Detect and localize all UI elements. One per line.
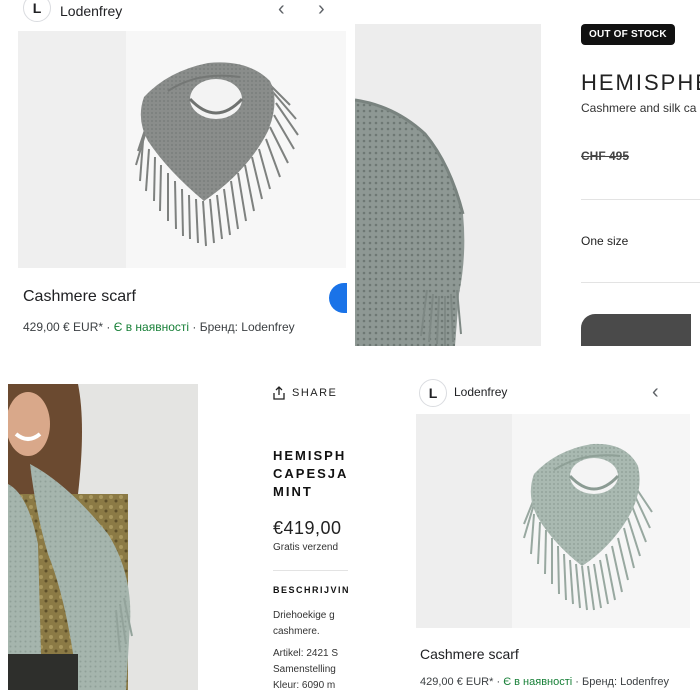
product-brand: Бренд: Lodenfrey (199, 320, 295, 334)
meta-separator: · (106, 320, 111, 334)
description-line: cashmere. (273, 626, 320, 637)
share-button[interactable]: SHARE (272, 386, 337, 400)
merchant-name[interactable]: Lodenfrey (454, 385, 507, 399)
meta-separator: · (575, 676, 579, 688)
divider (581, 282, 700, 283)
title-line: HEMISPH (273, 448, 347, 463)
product-title[interactable]: Cashmere scarf (23, 288, 136, 306)
title-line: MINT (273, 484, 313, 499)
product-title: HEMISPH CAPESJA MINT (273, 447, 348, 501)
model-photo[interactable] (6, 384, 198, 690)
product-price: €419,00 (273, 518, 342, 538)
merchant-logo-letter: L (428, 385, 438, 401)
product-page-bottom-left: SHARE HEMISPH CAPESJA MINT €419,00 Grati… (0, 384, 348, 700)
grey-cape-image (355, 98, 465, 346)
chevron-left-icon[interactable]: ‹ (652, 382, 659, 402)
spec-line: Kleur: 6090 m (273, 680, 336, 691)
chevron-right-icon[interactable]: › (318, 0, 325, 19)
spec-line: Samenstelling (273, 664, 336, 675)
action-fab[interactable] (329, 283, 347, 313)
meta-separator: · (192, 320, 197, 334)
product-price: 429,00 € EUR* (420, 676, 494, 688)
product-price: 429,00 € EUR* (23, 320, 104, 334)
product-page-top-right: OUT OF STOCK HEMISPHE Cashmere and silk … (355, 24, 700, 346)
product-card-top-left: L Lodenfrey ‹ › Cashmere scarf 429,00 € … (0, 0, 347, 345)
old-price: CHF 495 (581, 149, 630, 163)
stock-status: Є в наявності (113, 320, 190, 334)
product-subtitle: Cashmere and silk ca (581, 101, 697, 115)
spec-line: Artikel: 2421 S (273, 648, 339, 659)
product-detail-image[interactable] (355, 24, 541, 346)
size-label[interactable]: One size (581, 234, 628, 248)
stock-status: Є в наявності (503, 676, 573, 688)
product-image[interactable] (18, 31, 346, 268)
mint-scarf-image (523, 443, 653, 611)
merchant-logo[interactable]: L (419, 379, 447, 407)
title-line: CAPESJA (273, 466, 348, 481)
out-of-stock-badge: OUT OF STOCK (581, 24, 675, 45)
share-label: SHARE (292, 387, 338, 399)
share-icon (273, 386, 285, 400)
grey-scarf-image (135, 62, 299, 247)
divider (581, 199, 700, 200)
meta-separator: · (496, 676, 501, 688)
product-image[interactable] (416, 414, 690, 628)
product-brand: Бренд: Lodenfrey (582, 676, 670, 688)
merchant-logo-letter: L (32, 0, 42, 16)
chevron-left-icon[interactable]: ‹ (278, 0, 285, 19)
add-to-cart-button[interactable] (581, 314, 691, 346)
shipping-note: Gratis verzend (273, 542, 339, 553)
product-title: HEMISPHE (581, 70, 700, 95)
product-meta: 429,00 € EUR* · Є в наявності · Бренд: L… (23, 320, 295, 334)
product-title[interactable]: Cashmere scarf (420, 646, 519, 662)
description-heading[interactable]: BESCHRIJVIN (273, 585, 348, 595)
divider (273, 570, 348, 571)
product-meta: 429,00 € EUR* · Є в наявності · Бренд: L… (420, 676, 669, 688)
merchant-name[interactable]: Lodenfrey (60, 3, 122, 19)
spec-list: Artikel: 2421 S Samenstelling Kleur: 609… (273, 646, 338, 694)
model-wearing-cape-image (6, 384, 133, 690)
description-line: Driehoekige g (273, 610, 335, 621)
description-text: Driehoekige g cashmere. (273, 608, 335, 640)
merchant-logo[interactable]: L (23, 0, 51, 22)
product-card-bottom-right: L Lodenfrey ‹ Cashmere scarf 429,00 € EU… (405, 374, 700, 700)
